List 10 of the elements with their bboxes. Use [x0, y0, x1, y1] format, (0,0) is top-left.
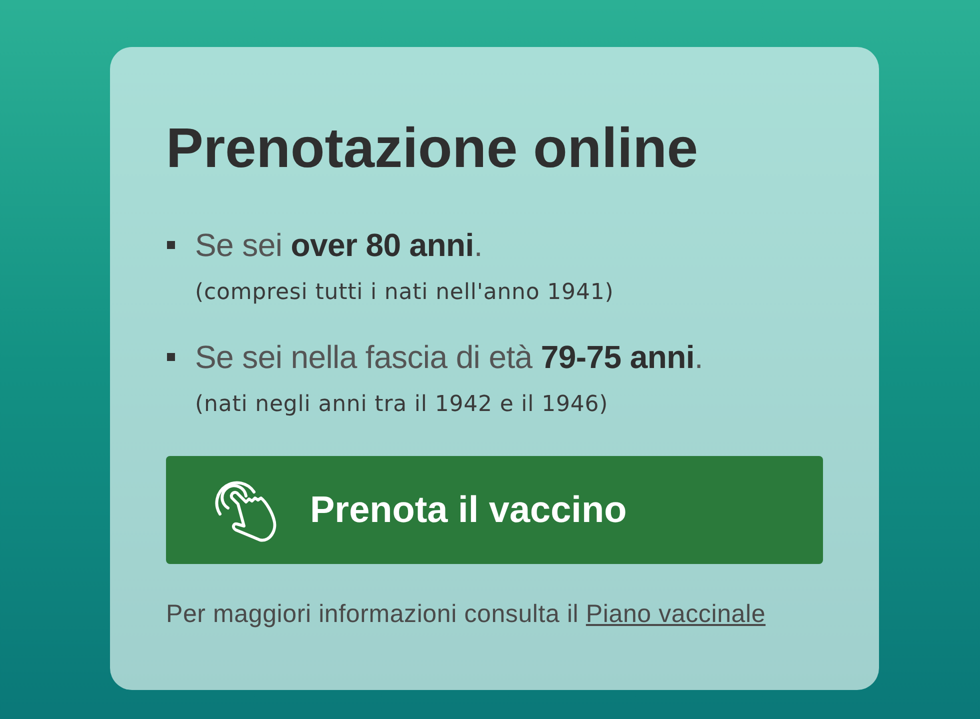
bullet-icon — [167, 353, 175, 361]
criteria-note: (nati negli anni tra il 1942 e il 1946) — [195, 391, 608, 419]
bullet-icon — [167, 241, 175, 249]
info-text: Per maggiori informazioni consulta il Piano vaccinale — [166, 599, 766, 629]
book-button[interactable]: Prenota il vaccino — [166, 456, 823, 564]
card-title: Prenotazione online — [166, 116, 698, 180]
criteria-text: Se sei nella fascia di età 79-75 anni. — [195, 338, 704, 377]
criteria-text: Se sei over 80 anni. — [195, 226, 482, 265]
plan-link[interactable]: Piano vaccinale — [586, 600, 766, 628]
criteria-note: (compresi tutti i nati nell'anno 1941) — [195, 279, 614, 307]
